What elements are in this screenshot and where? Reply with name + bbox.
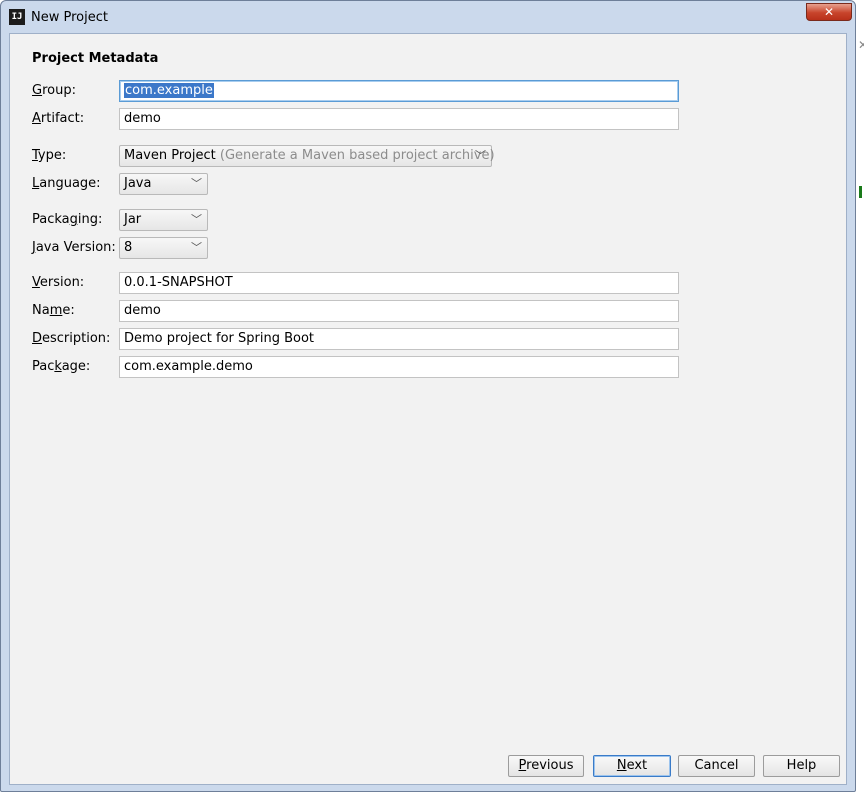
group-input[interactable]: com.example xyxy=(119,80,679,102)
language-dropdown[interactable]: Java ﹀ xyxy=(119,173,208,195)
new-project-dialog: IJ New Project ✕ Project Metadata Group:… xyxy=(0,0,856,792)
java-version-dropdown[interactable]: 8 ﹀ xyxy=(119,237,208,259)
chevron-down-icon: ﹀ xyxy=(475,149,486,162)
close-button[interactable]: ✕ xyxy=(806,3,852,21)
cancel-button[interactable]: Cancel xyxy=(678,755,755,777)
version-label: Version: xyxy=(32,275,85,290)
group-value: com.example xyxy=(124,83,214,98)
section-title: Project Metadata xyxy=(32,51,159,66)
window-title: New Project xyxy=(31,10,108,25)
next-button[interactable]: Next xyxy=(593,755,671,777)
type-label: Type: xyxy=(32,148,67,163)
chevron-down-icon: ﹀ xyxy=(191,177,202,190)
dialog-content: Project Metadata Group: com.example Arti… xyxy=(9,33,847,785)
version-input[interactable]: 0.0.1-SNAPSHOT xyxy=(119,272,679,294)
name-input[interactable]: demo xyxy=(119,300,679,322)
group-label: Group: xyxy=(32,83,76,98)
title-bar[interactable]: IJ New Project ✕ xyxy=(1,1,855,33)
language-value: Java xyxy=(124,176,152,191)
type-dropdown[interactable]: Maven Project (Generate a Maven based pr… xyxy=(119,145,495,167)
java-version-label: Java Version: xyxy=(32,240,116,255)
package-input[interactable]: com.example.demo xyxy=(119,356,679,378)
packaging-dropdown[interactable]: Jar ﹀ xyxy=(119,209,208,231)
chevron-down-icon: ﹀ xyxy=(191,241,202,254)
language-label: Language: xyxy=(32,176,101,191)
editor-marker xyxy=(859,186,862,198)
packaging-value: Jar xyxy=(124,212,142,227)
close-tab-icon: ✕ xyxy=(858,38,864,52)
packaging-label: Packaging: xyxy=(32,212,103,227)
help-button[interactable]: Help xyxy=(763,755,840,777)
java-version-value: 8 xyxy=(124,240,133,255)
description-label: Description: xyxy=(32,331,111,346)
artifact-label: Artifact: xyxy=(32,111,85,126)
previous-button[interactable]: Previous xyxy=(508,755,584,777)
artifact-input[interactable]: demo xyxy=(119,108,679,130)
chevron-down-icon: ﹀ xyxy=(191,213,202,226)
name-label: Name: xyxy=(32,303,75,318)
intellij-app-icon: IJ xyxy=(9,9,25,25)
package-label: Package: xyxy=(32,359,91,374)
description-input[interactable]: Demo project for Spring Boot xyxy=(119,328,679,350)
type-hint: (Generate a Maven based project archive) xyxy=(219,148,495,163)
type-value: Maven Project xyxy=(124,148,216,163)
